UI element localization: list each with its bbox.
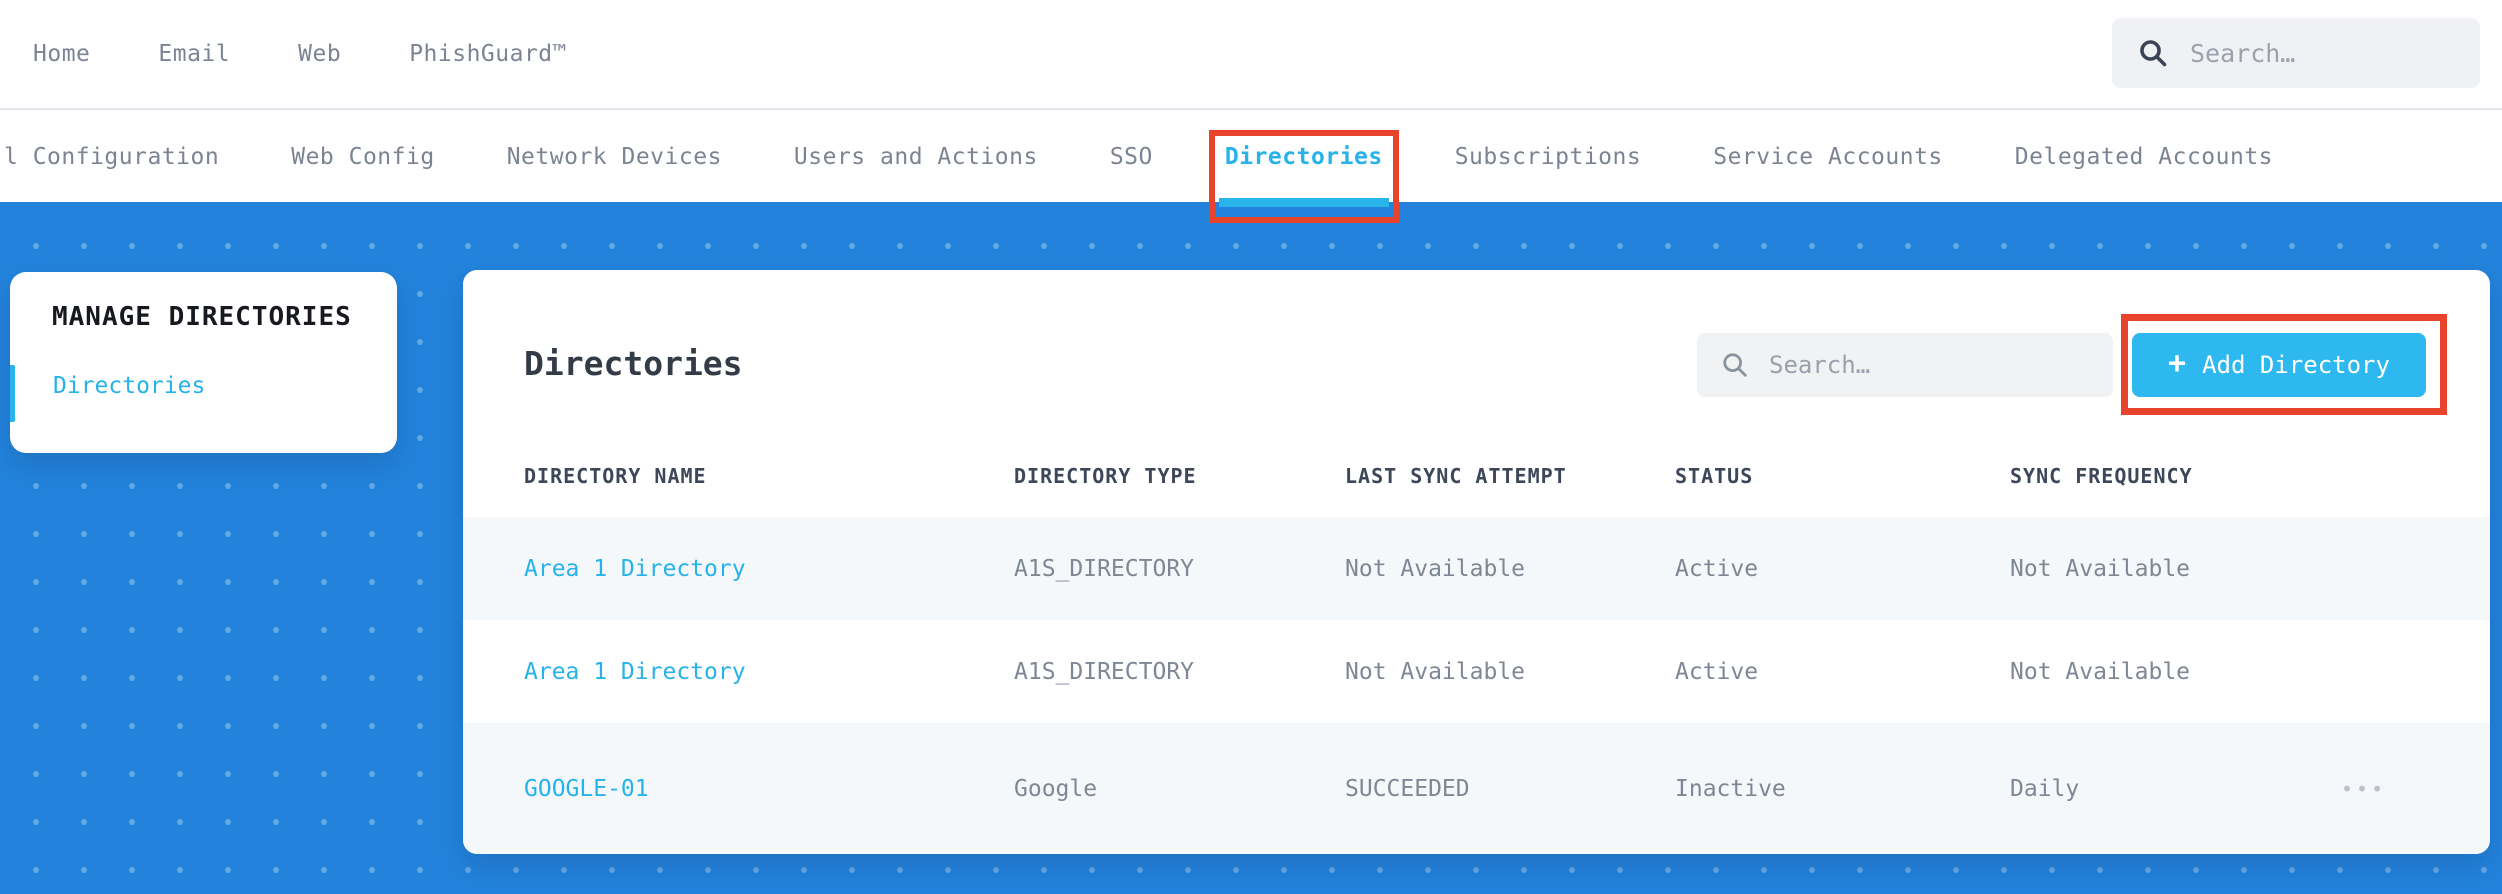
search-icon bbox=[2140, 40, 2167, 67]
directory-type-cell: A1S_DIRECTORY bbox=[1014, 555, 1195, 582]
last-sync-cell: Not Available bbox=[1345, 658, 1526, 685]
tab-service-accounts[interactable]: Service Accounts bbox=[1713, 112, 1943, 202]
table-row: GOOGLE-01 Google SUCCEEDED Inactive Dail… bbox=[463, 723, 2490, 854]
manage-directories-card: MANAGE DIRECTORIES Directories bbox=[10, 272, 397, 453]
tab-web-config[interactable]: Web Config bbox=[291, 112, 434, 202]
manage-directories-title: MANAGE DIRECTORIES bbox=[52, 302, 352, 332]
settings-tab-bar: l Configuration Web Config Network Devic… bbox=[0, 112, 2502, 223]
global-search-placeholder: Search… bbox=[2190, 38, 2296, 68]
active-tab-underline bbox=[1218, 198, 1389, 207]
topnav-email[interactable]: Email bbox=[158, 41, 230, 67]
table-row: Area 1 Directory A1S_DIRECTORY Not Avail… bbox=[463, 517, 2490, 620]
status-cell: Active bbox=[1675, 658, 1759, 685]
directory-name-link[interactable]: GOOGLE-01 bbox=[524, 776, 649, 802]
tab-sso[interactable]: SSO bbox=[1110, 112, 1153, 202]
directories-search-input[interactable]: Search… bbox=[1697, 333, 2113, 397]
add-directory-button[interactable]: + Add Directory bbox=[2132, 333, 2426, 397]
tab-email-configuration[interactable]: l Configuration bbox=[4, 112, 219, 202]
global-search-input[interactable]: Search… bbox=[2112, 18, 2480, 88]
column-header-last-sync-attempt: LAST SYNC ATTEMPT bbox=[1345, 464, 1567, 488]
directories-panel: Directories Search… + Add Directory DIRE… bbox=[463, 270, 2490, 854]
column-header-status: STATUS bbox=[1675, 464, 1754, 488]
directory-type-cell: A1S_DIRECTORY bbox=[1014, 658, 1195, 685]
tab-subscriptions[interactable]: Subscriptions bbox=[1455, 112, 1642, 202]
plus-icon: + bbox=[2168, 346, 2187, 381]
sidebar-active-indicator bbox=[10, 365, 15, 422]
sync-frequency-cell: Daily bbox=[2010, 775, 2080, 802]
column-header-directory-name: DIRECTORY NAME bbox=[524, 464, 707, 488]
panel-title: Directories bbox=[524, 344, 743, 383]
directory-name-link[interactable]: Area 1 Directory bbox=[524, 556, 746, 582]
topnav-home[interactable]: Home bbox=[33, 41, 90, 67]
column-header-sync-frequency: SYNC FREQUENCY bbox=[2010, 464, 2193, 488]
directory-type-cell: Google bbox=[1014, 775, 1098, 802]
tab-users-and-actions[interactable]: Users and Actions bbox=[794, 112, 1038, 202]
table-header-row: DIRECTORY NAME DIRECTORY TYPE LAST SYNC … bbox=[463, 450, 2490, 517]
last-sync-cell: SUCCEEDED bbox=[1345, 775, 1470, 802]
topnav-phishguard[interactable]: PhishGuard™ bbox=[409, 41, 567, 67]
sidebar-item-directories[interactable]: Directories bbox=[53, 373, 205, 399]
status-cell: Active bbox=[1675, 555, 1759, 582]
search-icon bbox=[1723, 353, 1747, 377]
topnav-web[interactable]: Web bbox=[298, 41, 341, 67]
row-actions-menu-icon[interactable]: ••• bbox=[2341, 777, 2386, 801]
add-directory-label: Add Directory bbox=[2202, 351, 2390, 379]
status-cell: Inactive bbox=[1675, 775, 1786, 802]
directory-name-link[interactable]: Area 1 Directory bbox=[524, 659, 746, 685]
directories-search-placeholder: Search… bbox=[1769, 351, 1871, 379]
workspace-background: MANAGE DIRECTORIES Directories Directori… bbox=[0, 202, 2502, 894]
tab-delegated-accounts[interactable]: Delegated Accounts bbox=[2015, 112, 2273, 202]
top-navigation-bar: Home Email Web PhishGuard™ Search… bbox=[0, 0, 2502, 110]
table-row: Area 1 Directory A1S_DIRECTORY Not Avail… bbox=[463, 620, 2490, 723]
tab-directories[interactable]: Directories bbox=[1208, 112, 1399, 223]
column-header-directory-type: DIRECTORY TYPE bbox=[1014, 464, 1197, 488]
tab-directories-label: Directories bbox=[1224, 144, 1383, 170]
sync-frequency-cell: Not Available bbox=[2010, 555, 2191, 582]
sync-frequency-cell: Not Available bbox=[2010, 658, 2191, 685]
tab-network-devices[interactable]: Network Devices bbox=[507, 112, 722, 202]
app-screen: Home Email Web PhishGuard™ Search… l Con… bbox=[0, 0, 2502, 894]
last-sync-cell: Not Available bbox=[1345, 555, 1526, 582]
